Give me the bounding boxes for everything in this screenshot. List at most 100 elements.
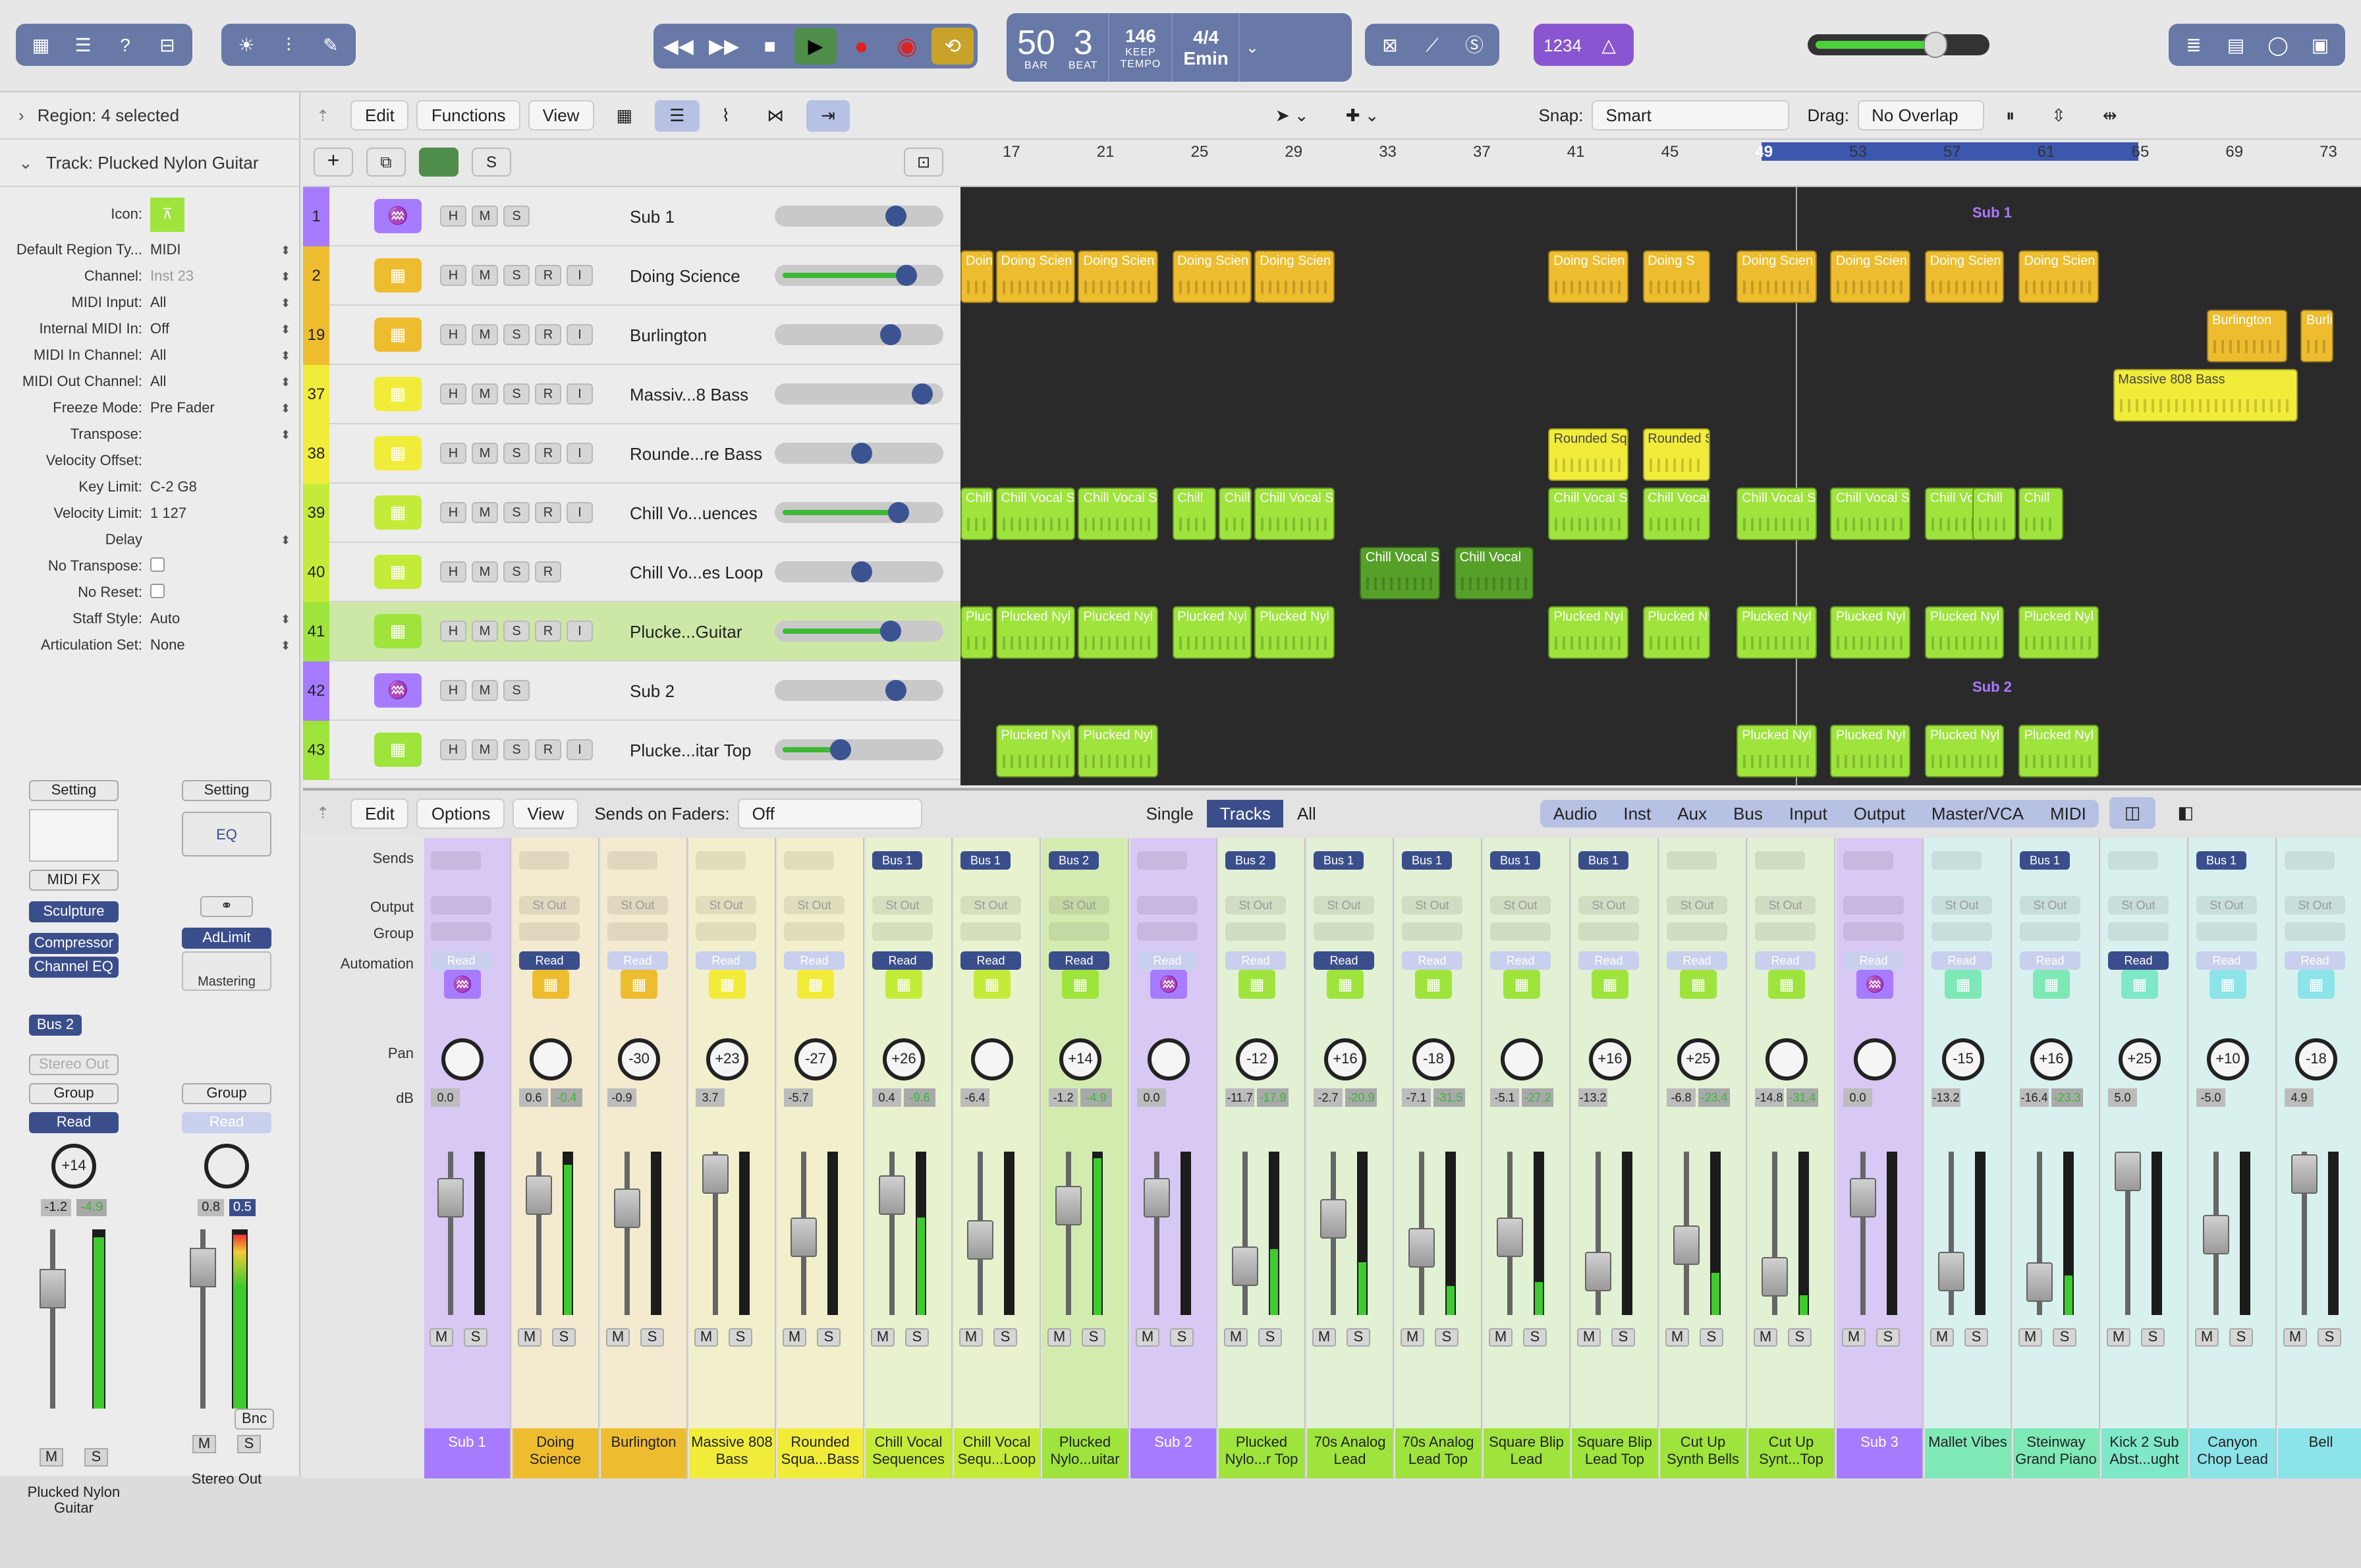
fader-cap[interactable]: [1762, 1257, 1788, 1297]
channel-name[interactable]: Sub 3: [1837, 1428, 1922, 1478]
group-slot[interactable]: [1402, 922, 1462, 941]
output-slot[interactable]: St Out: [1402, 896, 1462, 914]
volume-knob[interactable]: [851, 443, 872, 464]
pan-knob[interactable]: +23: [706, 1038, 748, 1080]
inspector-param-row[interactable]: Velocity Limit: 1 127: [0, 501, 299, 527]
track-h-button[interactable]: H: [440, 502, 466, 523]
automation-mode[interactable]: Read: [1137, 951, 1198, 970]
solo-button[interactable]: S: [640, 1328, 664, 1347]
track-h-button[interactable]: H: [440, 206, 466, 227]
fader-track[interactable]: [448, 1152, 453, 1315]
track-m-button[interactable]: M: [472, 206, 498, 227]
pencil-tool[interactable]: ✚ ⌄: [1331, 99, 1394, 131]
region[interactable]: Doing Scien: [1078, 250, 1158, 303]
region[interactable]: Massive 808 Bass: [2113, 369, 2298, 422]
pan-knob[interactable]: +14: [1059, 1038, 1101, 1080]
pan-knob[interactable]: [971, 1038, 1013, 1080]
region[interactable]: Plucked Nyl: [1172, 606, 1252, 659]
send-slot[interactable]: [1843, 851, 1893, 870]
region[interactable]: Doing S: [1642, 250, 1711, 303]
solo-button[interactable]: S: [237, 1435, 261, 1453]
region[interactable]: Plucked Nyl: [1830, 725, 1910, 777]
link-icon[interactable]: ⚭: [200, 896, 253, 917]
automation-mode[interactable]: Read: [1314, 951, 1374, 970]
mute-button[interactable]: M: [959, 1328, 983, 1347]
midi-fx-slot[interactable]: MIDI FX: [29, 870, 119, 891]
send-slot[interactable]: [1137, 851, 1187, 870]
pan-knob[interactable]: -18: [2295, 1038, 2337, 1080]
region[interactable]: Burlington: [2300, 310, 2334, 362]
solo-button[interactable]: S: [905, 1328, 929, 1347]
editors-icon[interactable]: ✎: [311, 28, 350, 62]
send-slot[interactable]: [1755, 851, 1805, 870]
region[interactable]: Plucked Nyl: [1924, 725, 2005, 777]
region[interactable]: Rounded Sq: [1548, 428, 1628, 481]
track-s-button[interactable]: S: [503, 739, 530, 760]
track-color-button[interactable]: [419, 148, 458, 177]
group-slot[interactable]: [872, 922, 933, 941]
track-volume-slider[interactable]: [775, 680, 943, 701]
fader-cap[interactable]: [1320, 1199, 1347, 1239]
region[interactable]: Doing Scien: [1172, 250, 1252, 303]
group-slot[interactable]: [1843, 922, 1904, 941]
region[interactable]: Plucked Nyl: [1254, 606, 1335, 659]
channel-strip[interactable]: Read ♒ 0.0 M S Sub 2: [1130, 838, 1217, 1478]
library-icon[interactable]: ▦: [21, 28, 61, 62]
channel-name[interactable]: Square Blip Lead: [1484, 1428, 1569, 1478]
solo-button[interactable]: S: [1258, 1328, 1282, 1347]
pan-knob[interactable]: -18: [1412, 1038, 1455, 1080]
automation-mode[interactable]: Read: [1490, 951, 1551, 970]
fader-cap[interactable]: [967, 1220, 993, 1260]
mute-button[interactable]: M: [430, 1328, 453, 1347]
fader-track[interactable]: [1154, 1152, 1159, 1315]
channel-strip[interactable]: Bus 1 St Out Read ▦ +26 0.4 -9.6 M S Chill Vocal …: [866, 838, 953, 1478]
stop-icon[interactable]: ■: [749, 28, 791, 65]
mute-button[interactable]: M: [518, 1328, 542, 1347]
track-m-button[interactable]: M: [472, 621, 498, 642]
mute-button[interactable]: M: [1577, 1328, 1601, 1347]
track-i-button[interactable]: I: [567, 383, 593, 405]
region[interactable]: Chill: [1172, 488, 1217, 540]
track-volume-slider[interactable]: [775, 383, 943, 405]
track-s-button[interactable]: S: [503, 324, 530, 345]
fader-cap[interactable]: [1850, 1178, 1876, 1218]
play-icon[interactable]: ▶: [794, 28, 837, 65]
send-slot[interactable]: Bus 1: [1314, 851, 1364, 870]
track-name[interactable]: Sub 1: [630, 206, 675, 226]
region-inspector-header[interactable]: › Region: 4 selected: [0, 92, 299, 140]
track-s-button[interactable]: S: [503, 443, 530, 464]
region[interactable]: Plucked Nyl: [995, 725, 1076, 777]
region[interactable]: Plucked Nyl: [995, 606, 1076, 659]
automation-mode[interactable]: Read: [519, 951, 580, 970]
channel-name[interactable]: Doing Science: [513, 1428, 598, 1478]
pan-knob[interactable]: [204, 1144, 249, 1189]
track-h-button[interactable]: H: [440, 383, 466, 405]
channel-strip[interactable]: Bus 1 St Out Read ▦ -5.1 -27.2 M S Square Blip L…: [1484, 838, 1570, 1478]
pan-knob[interactable]: +10: [2207, 1038, 2249, 1080]
track-s-button[interactable]: S: [503, 680, 530, 701]
region[interactable]: Chill Vocal S: [1078, 488, 1158, 540]
metronome-icon[interactable]: △: [1589, 28, 1628, 62]
catch-playhead-icon[interactable]: ⊡: [904, 148, 943, 177]
channel-name[interactable]: Rounded Squa...Bass: [777, 1428, 863, 1478]
filter-bus-button[interactable]: Bus: [1720, 799, 1776, 827]
pan-knob[interactable]: +25: [1677, 1038, 1719, 1080]
notepad-icon[interactable]: ▤: [2216, 28, 2256, 62]
fader-cap[interactable]: [2291, 1154, 2318, 1194]
narrow-strips-icon[interactable]: ◧: [2163, 797, 2208, 829]
fader-cap[interactable]: [614, 1189, 640, 1228]
send-slot[interactable]: [519, 851, 569, 870]
send-slot[interactable]: Bus 1: [2196, 851, 2246, 870]
send-slot[interactable]: [696, 851, 746, 870]
group-slot[interactable]: Group: [29, 1083, 119, 1104]
chevron-down-icon[interactable]: ⌄: [1246, 38, 1259, 57]
region[interactable]: Chill Vocal S: [1642, 488, 1711, 540]
mute-button[interactable]: M: [1930, 1328, 1954, 1347]
channel-strip[interactable]: Bus 2 St Out Read ▦ -12 -11.7 -17.9 M S Plucked N…: [1219, 838, 1306, 1478]
pan-knob[interactable]: [1148, 1038, 1190, 1080]
pan-knob[interactable]: +26: [883, 1038, 925, 1080]
mute-button[interactable]: M: [2283, 1328, 2307, 1347]
mute-button[interactable]: M: [40, 1448, 63, 1467]
channel-name[interactable]: Sub 2: [1130, 1428, 1216, 1478]
automation-mode[interactable]: Read: [607, 951, 668, 970]
